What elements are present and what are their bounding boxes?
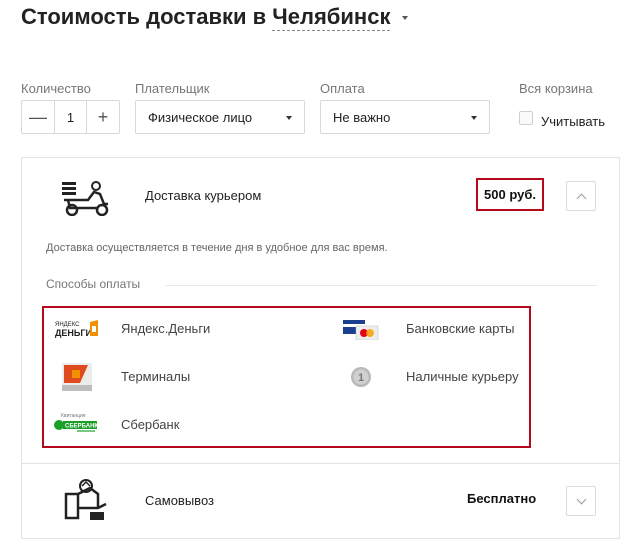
collapse-courier-button[interactable] bbox=[566, 181, 596, 211]
method-label-yandex: Яндекс.Деньги bbox=[121, 321, 211, 336]
courier-note: Доставка осуществляется в течение дня в … bbox=[46, 242, 388, 254]
svg-text:1: 1 bbox=[358, 372, 364, 384]
courier-delivery-name: Доставка курьером bbox=[145, 188, 262, 203]
chevron-down-icon bbox=[286, 116, 292, 120]
method-label-bank-cards: Банковские карты bbox=[406, 321, 515, 336]
pickup-name: Самовывоз bbox=[145, 493, 214, 508]
courier-scooter-icon bbox=[62, 181, 109, 216]
method-label-terminals: Терминалы bbox=[121, 369, 191, 384]
payment-select[interactable]: Не важно bbox=[320, 100, 490, 134]
chevron-up-icon bbox=[576, 193, 586, 203]
yandex-money-icon: ЯНДЕКС ДЕНЬГИ bbox=[55, 320, 98, 338]
method-label-cash: Наличные курьеру bbox=[406, 369, 519, 384]
quantity-stepper: — 1 + bbox=[21, 100, 120, 134]
divider bbox=[21, 463, 620, 464]
section-divider bbox=[165, 285, 597, 286]
chevron-down-icon bbox=[576, 494, 586, 504]
cart-checkbox[interactable] bbox=[519, 111, 533, 125]
payment-methods-heading: Способы оплаты bbox=[46, 277, 141, 291]
quantity-input[interactable]: 1 bbox=[54, 101, 87, 133]
expand-pickup-button[interactable] bbox=[566, 486, 596, 516]
increment-button[interactable]: + bbox=[87, 101, 119, 133]
city-selector[interactable]: Челябинск bbox=[272, 4, 391, 31]
bank-cards-icon bbox=[343, 320, 379, 340]
terminal-icon bbox=[62, 363, 92, 391]
cash-coin-icon: 1 bbox=[351, 367, 371, 387]
payer-label: Плательщик bbox=[135, 81, 210, 96]
decrement-button[interactable]: — bbox=[22, 101, 54, 133]
svg-text:СБЕРБАНК: СБЕРБАНК bbox=[65, 424, 98, 430]
payer-select[interactable]: Физическое лицо bbox=[135, 100, 305, 134]
cart-checkbox-label[interactable]: Учитывать bbox=[541, 114, 605, 129]
payment-label: Оплата bbox=[320, 81, 365, 96]
city-dropdown-icon[interactable] bbox=[402, 16, 409, 21]
title-prefix: Стоимость доставки в bbox=[21, 4, 267, 29]
payer-select-value: Физическое лицо bbox=[148, 109, 253, 125]
quantity-label: Количество bbox=[21, 81, 91, 96]
pickup-package-icon bbox=[64, 479, 107, 520]
cart-label: Вся корзина bbox=[519, 81, 593, 96]
chevron-down-icon bbox=[471, 116, 477, 120]
courier-price: 500 руб. bbox=[476, 178, 544, 211]
svg-text:Квитанция: Квитанция bbox=[61, 413, 86, 419]
method-label-sberbank: Сбербанк bbox=[121, 417, 180, 432]
pickup-price: Бесплатно bbox=[467, 491, 537, 506]
sberbank-icon: Квитанция СБЕРБАНК bbox=[54, 413, 98, 432]
payment-select-value: Не важно bbox=[333, 109, 391, 125]
svg-text:ДЕНЬГИ: ДЕНЬГИ bbox=[55, 328, 92, 338]
page-title: Стоимость доставки в Челябинск bbox=[21, 4, 409, 31]
